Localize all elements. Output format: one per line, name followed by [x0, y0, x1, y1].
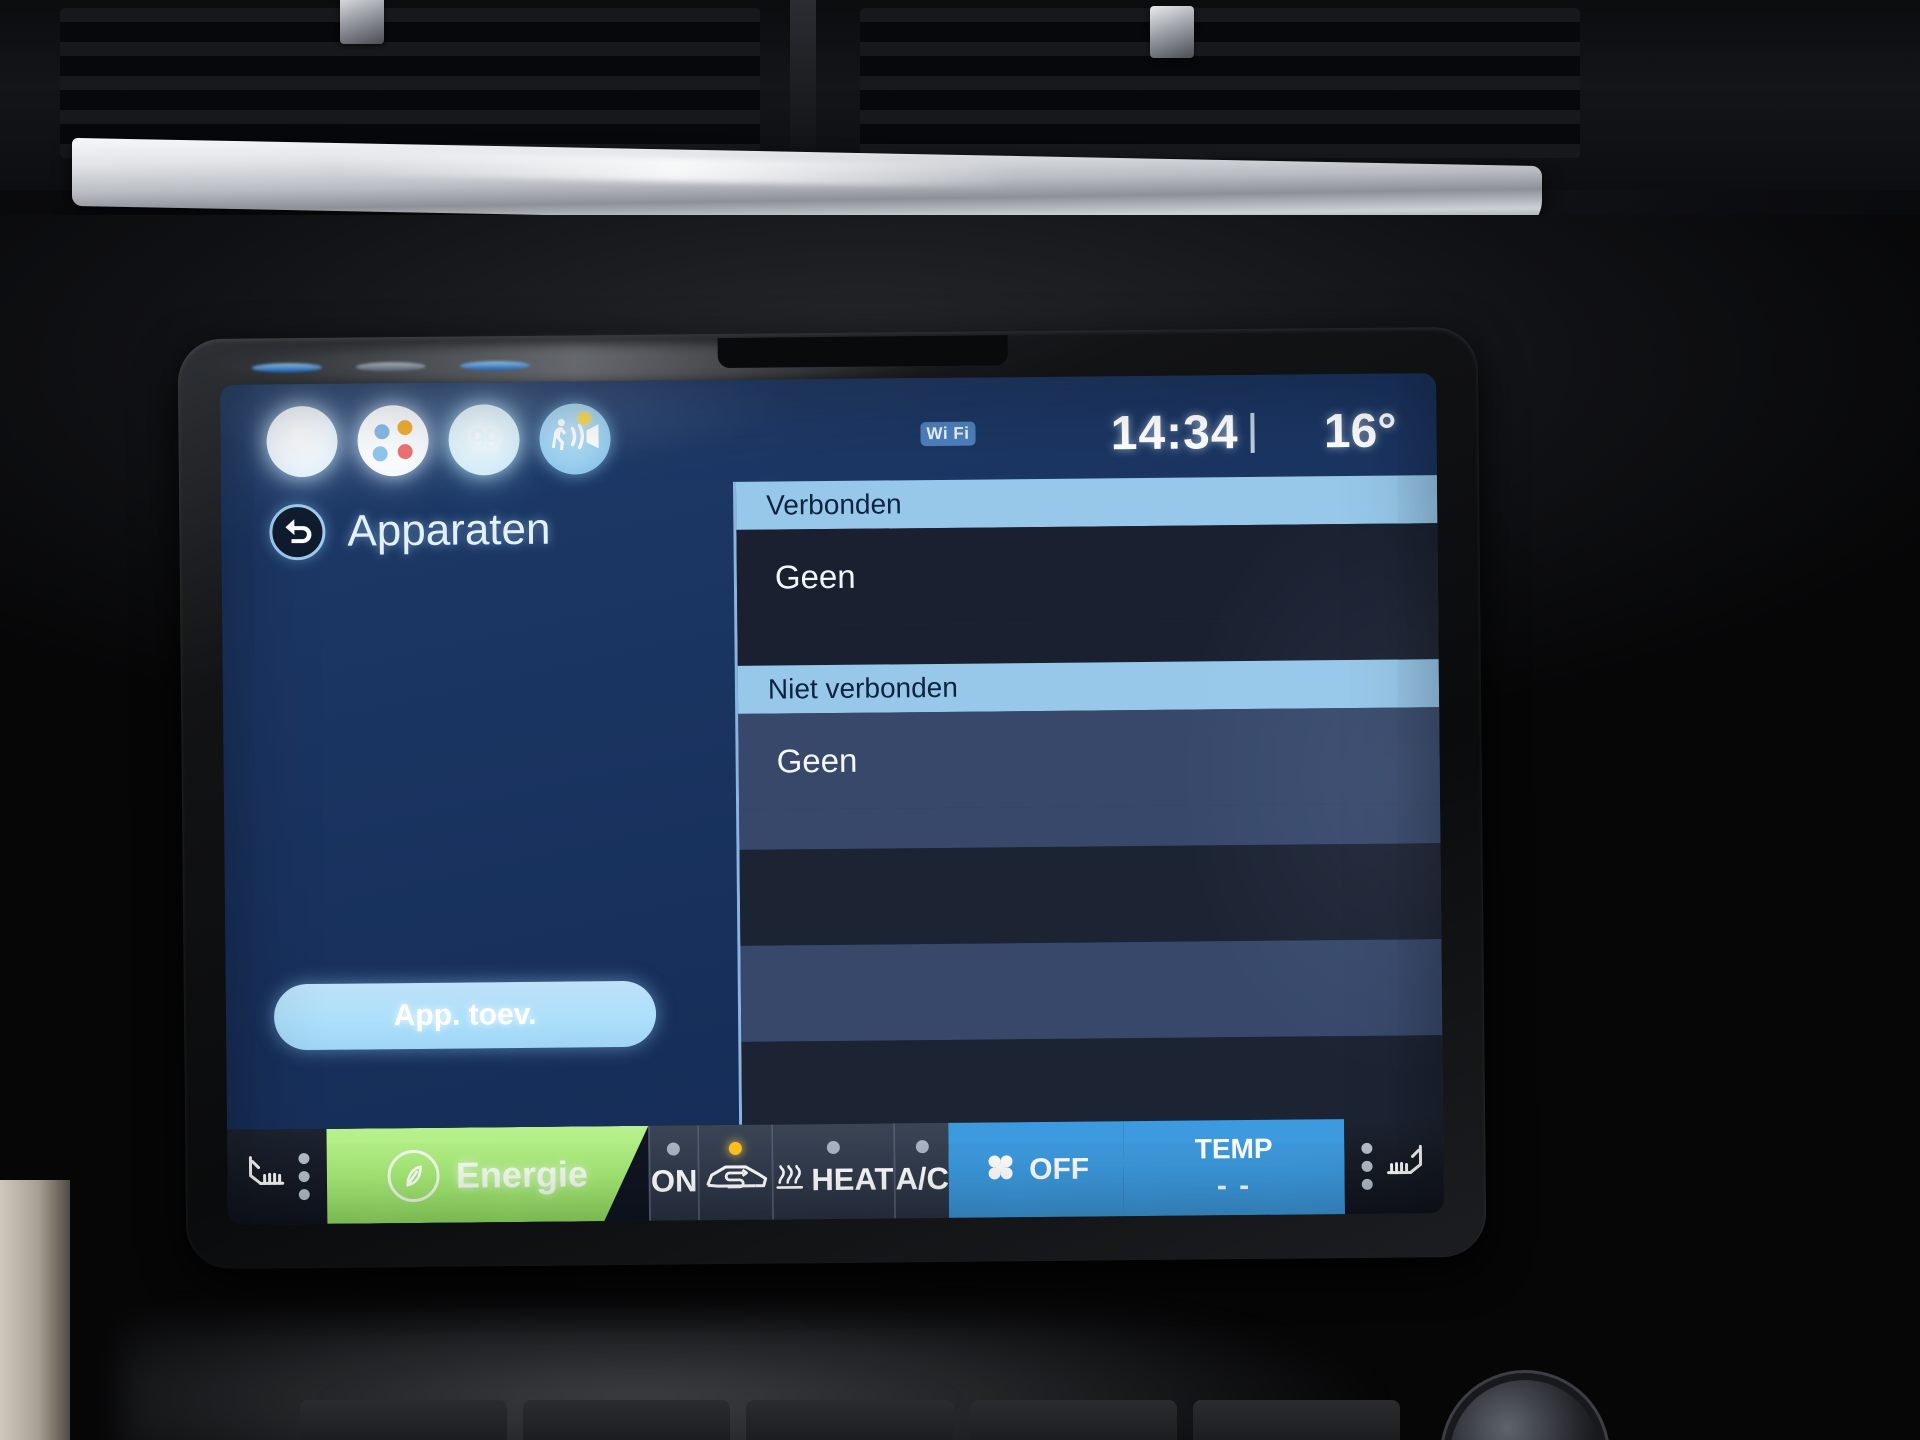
left-pane: Apparaten App. toev. [221, 482, 737, 1130]
air-vent-right [860, 8, 1580, 158]
device-list[interactable]: Verbonden Geen Niet verbonden Geen [732, 475, 1444, 1178]
leaf-icon [388, 1149, 440, 1201]
recirculation-button[interactable] [696, 1124, 772, 1221]
vent-control-tab-right[interactable] [1150, 6, 1194, 58]
list-item[interactable]: Geen [738, 707, 1441, 810]
console-button[interactable] [1192, 1400, 1401, 1440]
clock: 14:34 [1110, 406, 1239, 461]
temp-value: - - [1216, 1168, 1252, 1202]
climate-on-label: ON [650, 1162, 698, 1199]
console-button[interactable] [746, 1400, 954, 1440]
list-item-spacer [737, 619, 1439, 666]
console-button[interactable] [523, 1400, 731, 1440]
sensor-led-strip [251, 350, 692, 380]
heated-seat-icon [245, 1153, 289, 1200]
console-button-row [300, 1400, 1401, 1440]
screen-main-area: 99 Wi Fi 14:34 16° Apparaten App. toev. … [220, 373, 1444, 1178]
car-interior-scene: 99 Wi Fi 14:34 16° Apparaten App. toev. … [0, 0, 1920, 1440]
fan-icon [983, 1150, 1017, 1189]
pedestrian-alert-shortcut[interactable] [539, 403, 611, 475]
list-item-spacer [739, 803, 1441, 850]
list-section-header-connected: Verbonden [735, 475, 1438, 530]
seat-level-indicator [1361, 1142, 1373, 1190]
add-device-button-label: App. toev. [393, 997, 537, 1033]
page-header: Apparaten [269, 502, 551, 561]
list-item-label: Geen [776, 741, 858, 780]
heat-waves-icon [773, 1162, 805, 1198]
back-arrow-icon [280, 514, 314, 549]
vent-control-tab-left[interactable] [340, 0, 384, 44]
console-button[interactable] [969, 1400, 1177, 1440]
status-bar: Wi Fi 14:34 16° [850, 401, 1411, 464]
status-indicator-dot [826, 1140, 840, 1155]
energy-button[interactable]: Energie [326, 1126, 649, 1224]
apps-shortcut[interactable] [357, 404, 429, 477]
console-button[interactable] [300, 1400, 508, 1440]
heated-seat-right-button[interactable] [1343, 1118, 1445, 1215]
ac-button[interactable]: A/C [892, 1122, 950, 1219]
list-section-header-not-connected: Niet verbonden [737, 659, 1440, 714]
infotainment-display: 99 Wi Fi 14:34 16° Apparaten App. toev. … [220, 373, 1445, 1225]
heat-button[interactable]: HEAT [770, 1123, 894, 1220]
sensor-led [251, 362, 322, 373]
bezel-notch [717, 335, 1008, 369]
heat-button-label: HEAT [811, 1160, 894, 1197]
media-shortcut[interactable]: 99 [448, 403, 520, 476]
climate-on-button[interactable]: ON [648, 1125, 698, 1221]
status-indicator-dot [667, 1142, 681, 1156]
wifi-icon: Wi Fi [920, 421, 976, 446]
sensor-led [459, 360, 530, 371]
energy-button-label: Energie [455, 1152, 589, 1196]
page-title: Apparaten [347, 504, 551, 556]
list-item-label: Geen [774, 557, 856, 596]
list-item-empty[interactable] [740, 939, 1443, 1042]
infotainment-screen-bezel: 99 Wi Fi 14:34 16° Apparaten App. toev. … [177, 326, 1487, 1270]
air-vent-left [60, 8, 760, 158]
pedestrian-sound-icon [549, 416, 601, 461]
door-pillar-left [0, 1180, 70, 1440]
section-header-label: Niet verbonden [767, 671, 958, 705]
fan-speed-button[interactable]: OFF [948, 1121, 1124, 1218]
add-device-button[interactable]: App. toev. [273, 980, 657, 1051]
status-indicator-dot [728, 1141, 742, 1156]
clock-separator [1250, 412, 1255, 453]
seat-level-indicator [298, 1153, 310, 1201]
app-shortcut-row: 99 [266, 403, 611, 478]
status-indicator-dot [915, 1140, 929, 1154]
sensor-led [355, 361, 426, 372]
heated-seat-left-button[interactable] [227, 1128, 328, 1225]
list-item[interactable]: Geen [736, 523, 1439, 626]
heated-seat-icon [1382, 1142, 1426, 1189]
alert-indicator-dot [578, 412, 591, 425]
temp-label: TEMP [1194, 1132, 1273, 1165]
list-item-empty[interactable] [739, 843, 1442, 946]
back-button[interactable] [269, 503, 326, 561]
temperature-control[interactable]: TEMP - - [1123, 1119, 1345, 1217]
media-icon: 99 [469, 422, 499, 456]
section-header-label: Verbonden [766, 488, 902, 521]
home-shortcut[interactable] [266, 405, 338, 478]
fan-speed-label: OFF [1028, 1152, 1090, 1186]
ac-button-label: A/C [895, 1160, 950, 1196]
outside-temperature: 16° [1323, 404, 1397, 459]
climate-control-bar: Energie ON HEAT A/C OFF TEMP - - [227, 1118, 1445, 1225]
recirculation-icon [699, 1158, 771, 1203]
